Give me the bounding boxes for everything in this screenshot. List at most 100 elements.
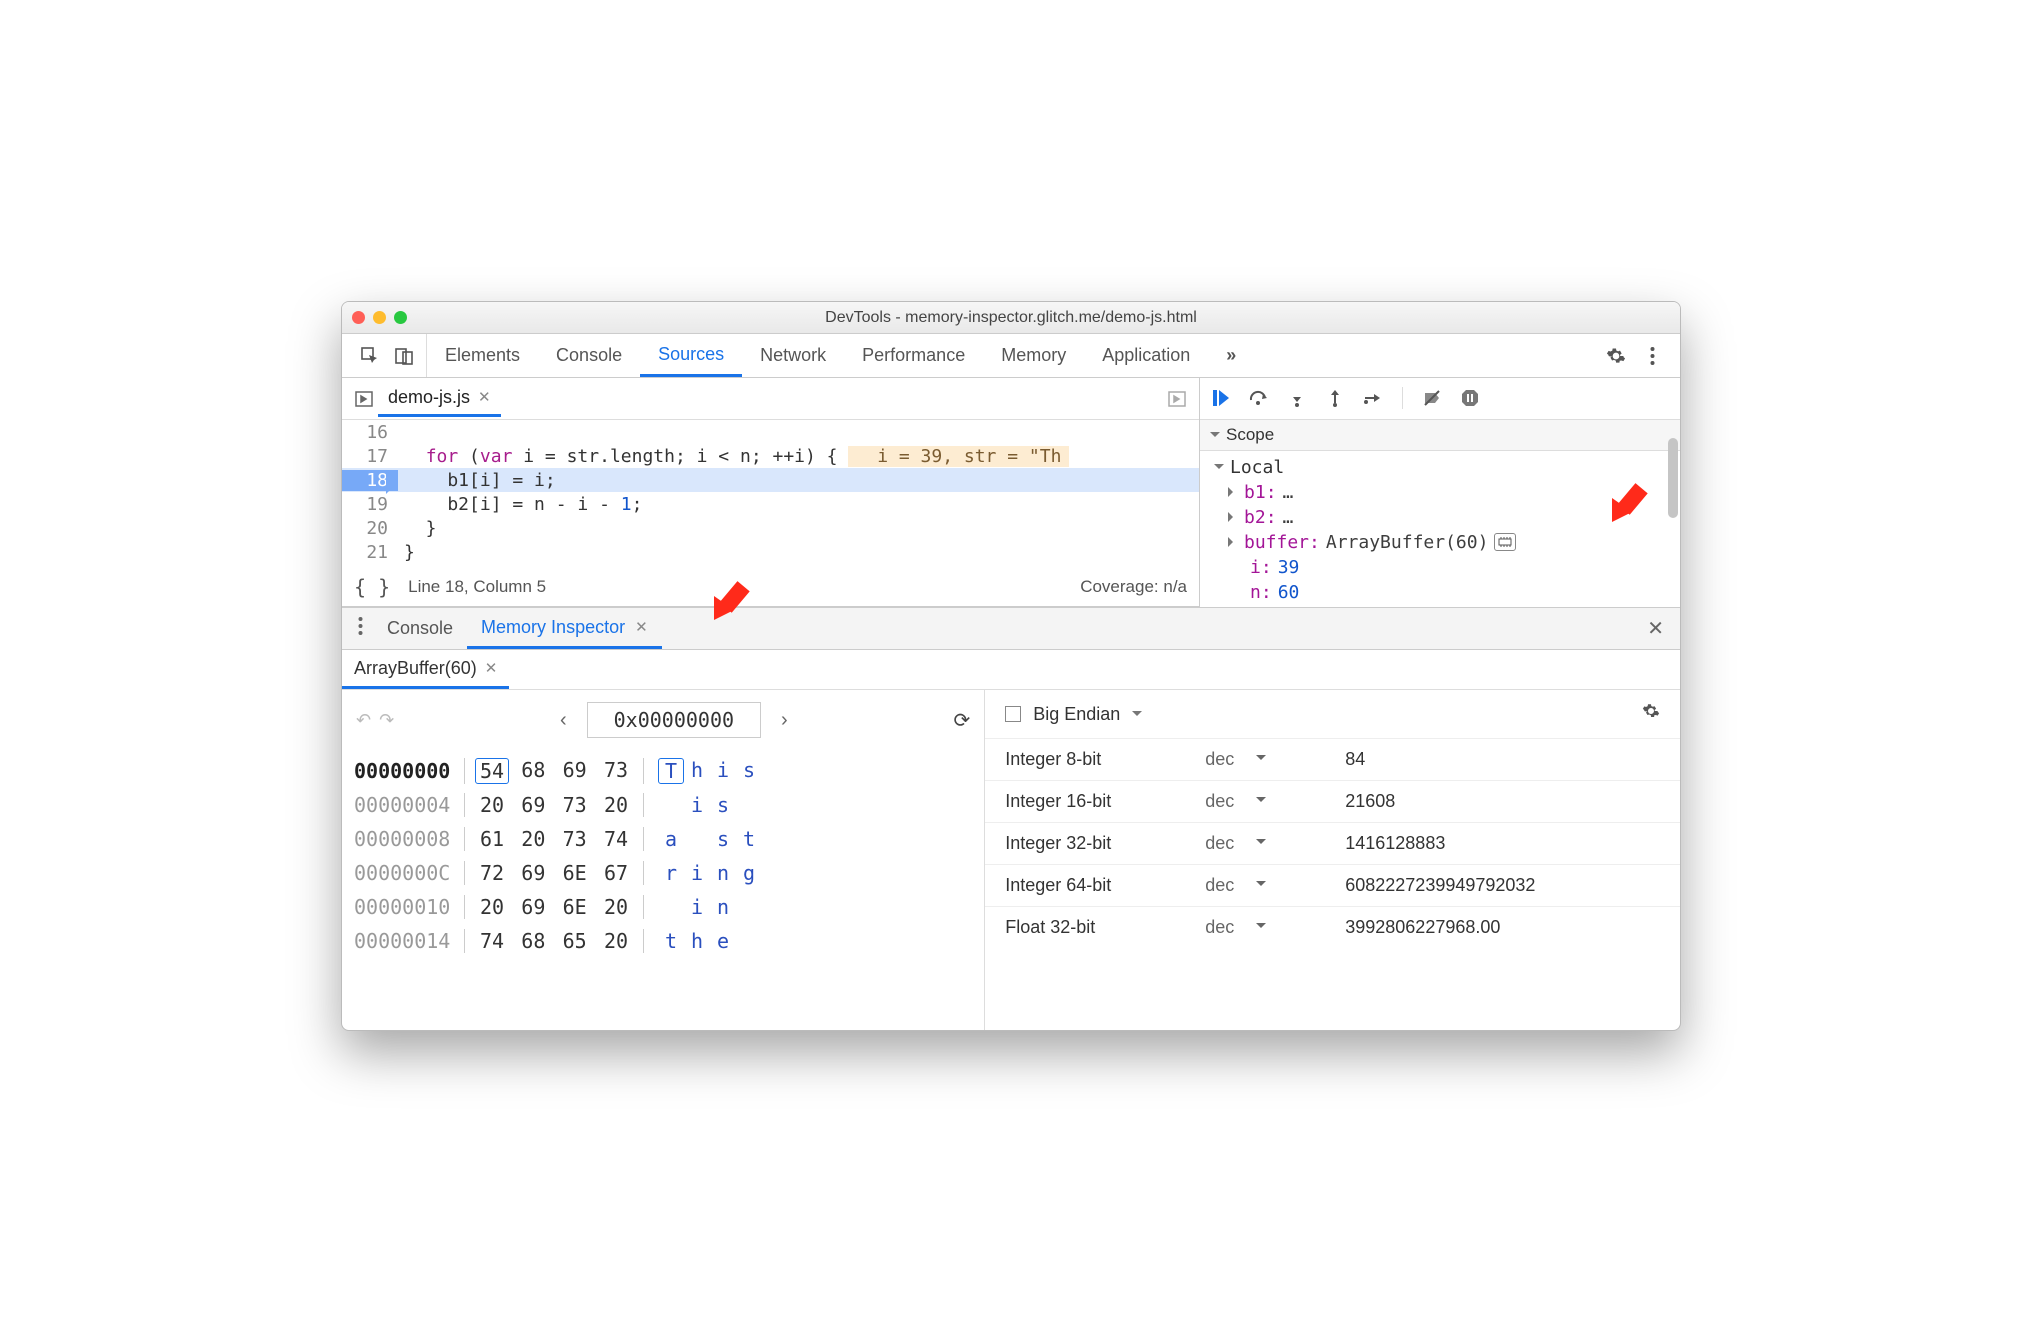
close-window-button[interactable] [352, 311, 365, 324]
ascii-char[interactable]: n [710, 895, 736, 919]
step-button[interactable] [1362, 387, 1384, 409]
hex-byte[interactable]: 74 [599, 827, 633, 851]
pause-on-exceptions-button[interactable] [1459, 387, 1481, 409]
tab-performance[interactable]: Performance [844, 334, 983, 377]
code-editor[interactable]: 16 17 for (var i = str.length; i < n; ++… [342, 420, 1199, 567]
hex-byte[interactable]: 68 [516, 929, 550, 953]
ascii-char[interactable]: s [710, 793, 736, 817]
format-dropdown[interactable]: dec [1205, 917, 1345, 938]
ascii-char[interactable]: n [710, 861, 736, 885]
hex-byte[interactable]: 20 [599, 929, 633, 953]
hex-viewer[interactable]: 0000000054686973This0000000420697320.is.… [342, 750, 984, 962]
format-dropdown[interactable]: dec [1205, 875, 1345, 896]
close-file-icon[interactable]: ✕ [478, 388, 491, 406]
address-input[interactable]: 0x00000000 [587, 702, 761, 738]
hex-byte[interactable]: 65 [558, 929, 592, 953]
ascii-char[interactable]: . [736, 793, 762, 817]
hex-byte[interactable]: 69 [558, 758, 592, 784]
ascii-char[interactable]: g [736, 861, 762, 885]
ascii-char[interactable]: e [710, 929, 736, 953]
hex-row[interactable]: 0000001020696E20.in. [354, 890, 972, 924]
inspect-element-icon[interactable] [356, 342, 384, 370]
buffer-tab-arraybuffer[interactable]: ArrayBuffer(60) ✕ [342, 650, 509, 689]
ascii-char[interactable]: r [658, 861, 684, 885]
ascii-char[interactable]: i [684, 861, 710, 885]
drawer-menu-icon[interactable] [348, 617, 373, 640]
scope-var-i[interactable]: i: 39 [1210, 555, 1680, 580]
device-toolbar-icon[interactable] [390, 342, 418, 370]
hex-byte[interactable]: 20 [516, 827, 550, 851]
debugger-toggle-icon[interactable] [1163, 385, 1191, 413]
hex-byte[interactable]: 20 [475, 895, 509, 919]
ascii-char[interactable]: a [658, 827, 684, 851]
format-dropdown[interactable]: dec [1205, 791, 1345, 812]
ascii-char[interactable]: . [658, 793, 684, 817]
settings-gear-icon[interactable] [1602, 342, 1630, 370]
hex-byte[interactable]: 73 [599, 758, 633, 784]
hex-row[interactable]: 0000000861207374a.st [354, 822, 972, 856]
scope-header[interactable]: Scope [1200, 420, 1680, 451]
hex-byte[interactable]: 73 [558, 827, 592, 851]
hex-byte[interactable]: 20 [599, 793, 633, 817]
hex-byte[interactable]: 72 [475, 861, 509, 885]
ascii-char[interactable]: . [736, 895, 762, 919]
ascii-char[interactable]: h [684, 758, 710, 784]
tab-network[interactable]: Network [742, 334, 844, 377]
close-tab-icon[interactable]: ✕ [635, 618, 648, 636]
hex-byte[interactable]: 20 [475, 793, 509, 817]
ascii-char[interactable]: h [684, 929, 710, 953]
hex-row[interactable]: 0000000C72696E67ring [354, 856, 972, 890]
step-into-button[interactable] [1286, 387, 1308, 409]
hex-row[interactable]: 0000001474686520the. [354, 924, 972, 958]
step-out-button[interactable] [1324, 387, 1346, 409]
ascii-char[interactable]: t [736, 827, 762, 851]
tab-console[interactable]: Console [538, 334, 640, 377]
drawer-tab-console[interactable]: Console [373, 608, 467, 649]
tab-memory[interactable]: Memory [983, 334, 1084, 377]
format-dropdown[interactable]: dec [1205, 833, 1345, 854]
ascii-char[interactable]: s [736, 758, 762, 784]
step-over-button[interactable] [1248, 387, 1270, 409]
hex-byte[interactable]: 20 [599, 895, 633, 919]
hex-byte[interactable]: 67 [599, 861, 633, 885]
close-buffer-icon[interactable]: ✕ [485, 659, 498, 677]
resume-button[interactable] [1210, 387, 1232, 409]
file-tab-demojs[interactable]: demo-js.js ✕ [378, 381, 501, 417]
hex-byte[interactable]: 69 [516, 861, 550, 885]
tab-application[interactable]: Application [1084, 334, 1208, 377]
scope-var-buffer[interactable]: buffer: ArrayBuffer(60) [1210, 530, 1680, 555]
ascii-char[interactable]: . [658, 895, 684, 919]
page-next-button[interactable]: › [771, 705, 798, 736]
chevron-down-icon[interactable] [1132, 711, 1142, 721]
ascii-char[interactable]: i [684, 895, 710, 919]
pretty-print-icon[interactable]: { } [354, 575, 390, 599]
hex-byte[interactable]: 69 [516, 793, 550, 817]
hex-row[interactable]: 0000000054686973This [354, 754, 972, 788]
scope-var-n[interactable]: n: 60 [1210, 580, 1680, 605]
tab-elements[interactable]: Elements [427, 334, 538, 377]
ascii-char[interactable]: s [710, 827, 736, 851]
ascii-char[interactable]: i [684, 793, 710, 817]
history-back-icon[interactable]: ↶ [356, 710, 371, 731]
endian-checkbox[interactable] [1005, 706, 1021, 722]
tab-sources[interactable]: Sources [640, 334, 742, 377]
tab-overflow[interactable]: » [1208, 334, 1254, 377]
vertical-scrollbar[interactable] [1668, 438, 1678, 518]
kebab-menu-icon[interactable] [1638, 342, 1666, 370]
hex-row[interactable]: 0000000420697320.is. [354, 788, 972, 822]
hex-byte[interactable]: 54 [475, 758, 509, 784]
hex-byte[interactable]: 74 [475, 929, 509, 953]
value-settings-icon[interactable] [1642, 702, 1660, 726]
ascii-char[interactable]: . [684, 827, 710, 851]
page-prev-button[interactable]: ‹ [550, 705, 577, 736]
reveal-in-memory-icon[interactable] [1494, 533, 1516, 551]
ascii-char[interactable]: T [658, 758, 684, 784]
deactivate-breakpoints-button[interactable] [1421, 387, 1443, 409]
zoom-window-button[interactable] [394, 311, 407, 324]
hex-byte[interactable]: 61 [475, 827, 509, 851]
format-dropdown[interactable]: dec [1205, 749, 1345, 770]
minimize-window-button[interactable] [373, 311, 386, 324]
ascii-char[interactable]: i [710, 758, 736, 784]
refresh-icon[interactable]: ⟳ [953, 708, 970, 733]
hex-byte[interactable]: 6E [558, 861, 592, 885]
